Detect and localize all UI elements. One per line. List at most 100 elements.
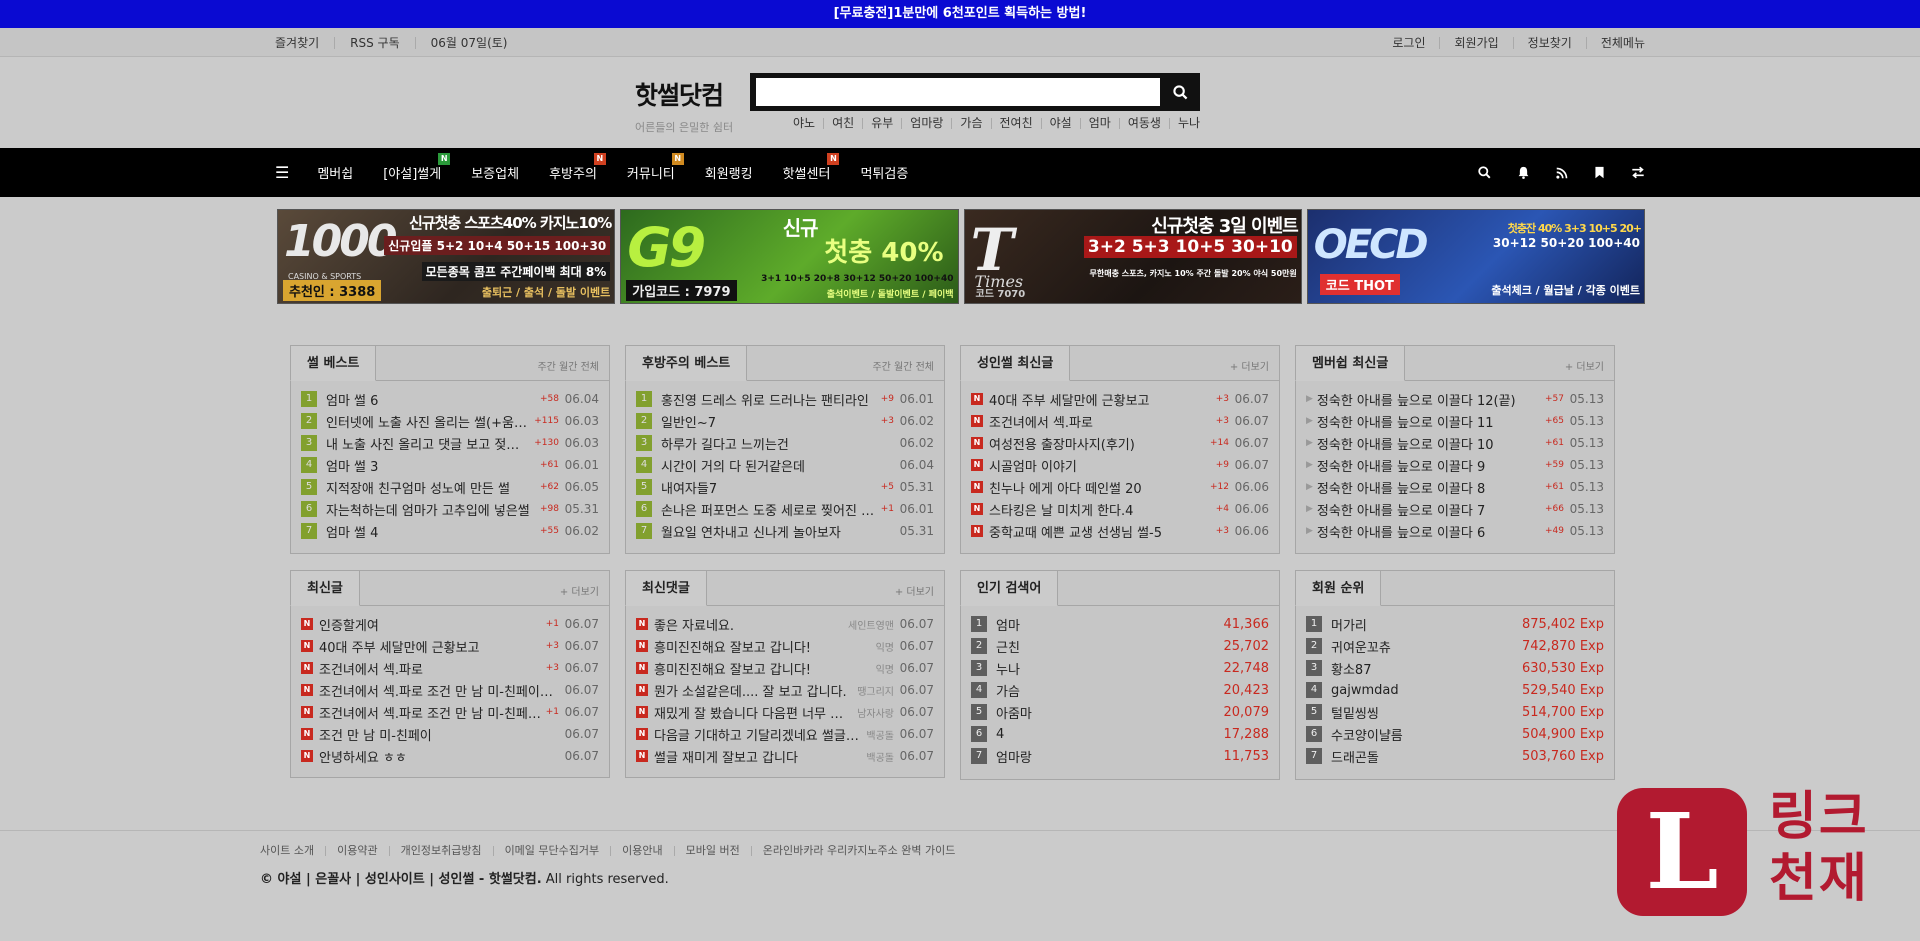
- board-title[interactable]: 인기 검색어: [960, 570, 1059, 606]
- comment-text[interactable]: 흥미진진해요 잘보고 갑니다!: [654, 659, 872, 678]
- post-title[interactable]: 엄마 썰 3: [326, 456, 536, 475]
- list-item[interactable]: 7 드래곤돌 503,760 Exp: [1306, 745, 1604, 767]
- post-title[interactable]: 하루가 길다고 느끼는건: [661, 434, 890, 453]
- ad-banner-2[interactable]: G9 신규 첫충 40% 3+1 10+5 20+8 30+12 50+20 1…: [620, 209, 959, 304]
- list-item[interactable]: N 조건녀에서 섹.파로 +3 06.07: [301, 657, 599, 679]
- list-item[interactable]: ▶ 정숙한 아내를 늪으로 이끌다 7 +66 05.13: [1306, 498, 1604, 520]
- list-item[interactable]: ▶ 정숙한 아내를 늪으로 이끌다 12(끝) +57 05.13: [1306, 388, 1604, 410]
- all-menu-link[interactable]: 전체메뉴: [1587, 37, 1645, 49]
- nav-item-membership[interactable]: 멤버쉽: [317, 163, 353, 182]
- post-title[interactable]: 스타킹은 날 미치게 한다.4: [989, 500, 1212, 519]
- post-title[interactable]: 엄마 썰 4: [326, 522, 536, 541]
- footer-link-privacy[interactable]: 개인정보취급방침: [390, 845, 494, 856]
- list-item[interactable]: N 시골엄마 이야기 +9 06.07: [971, 454, 1269, 476]
- search-icon[interactable]: [1478, 166, 1491, 179]
- find-info-link[interactable]: 정보찾기: [1514, 36, 1587, 49]
- list-item[interactable]: 2 귀여운꼬츄 742,870 Exp: [1306, 635, 1604, 657]
- search-term[interactable]: 엄마랑: [996, 747, 1220, 766]
- comment-text[interactable]: 썰글 재미게 잘보고 갑니다: [654, 747, 862, 766]
- list-item[interactable]: 6 4 17,288: [971, 723, 1269, 745]
- ad-banner-3[interactable]: T Times 신규첫충 3일 이벤트 3+2 5+3 10+5 30+10 무…: [963, 209, 1302, 304]
- post-title[interactable]: 정숙한 아내를 늪으로 이끌다 11: [1317, 412, 1541, 431]
- search-term[interactable]: 아줌마: [996, 703, 1220, 722]
- post-title[interactable]: 시골엄마 이야기: [989, 456, 1212, 475]
- list-item[interactable]: ▶ 정숙한 아내를 늪으로 이끌다 10 +61 05.13: [1306, 432, 1604, 454]
- member-name[interactable]: 귀여운꼬츄: [1331, 637, 1518, 656]
- period-tabs[interactable]: 주간 월간 전체: [872, 358, 934, 373]
- list-item[interactable]: 2 인터넷에 노출 사진 올리는 썰(+움짤) +115 06.03: [301, 410, 599, 432]
- list-item[interactable]: 3 내 노출 사진 올리고 댓글 보고 젖은 경험담 +130 06.03: [301, 432, 599, 454]
- list-item[interactable]: 1 머가리 875,402 Exp: [1306, 613, 1604, 635]
- nav-item-nsfw[interactable]: 후방주의 N: [549, 153, 606, 182]
- list-item[interactable]: 7 엄마랑 11,753: [971, 745, 1269, 767]
- list-item[interactable]: N 여성전용 출장마사지(후기) +14 06.07: [971, 432, 1269, 454]
- more-link[interactable]: + 더보기: [560, 583, 599, 598]
- list-item[interactable]: 1 엄마 썰 6 +58 06.04: [301, 388, 599, 410]
- member-name[interactable]: 드래곤돌: [1331, 747, 1518, 766]
- board-title[interactable]: 회원 순위: [1295, 570, 1382, 606]
- post-title[interactable]: 자는척하는데 엄마가 고추입에 넣은썰: [326, 500, 536, 519]
- search-term[interactable]: 누나: [996, 659, 1220, 678]
- ad-banner-4[interactable]: OECD 첫충잔 40% 3+3 10+5 20+ 30+12 50+20 10…: [1306, 209, 1645, 304]
- list-item[interactable]: 7 엄마 썰 4 +55 06.02: [301, 520, 599, 542]
- search-term[interactable]: 4: [996, 727, 1220, 742]
- post-title[interactable]: 정숙한 아내를 늪으로 이끌다 8: [1317, 478, 1541, 497]
- member-name[interactable]: gajwmdad: [1331, 683, 1518, 698]
- list-item[interactable]: N 안녕하세요 ㅎㅎ 06.07: [301, 745, 599, 767]
- list-item[interactable]: N 조건 만 남 미-친페이 06.07: [301, 723, 599, 745]
- keyword-link[interactable]: 엄마랑: [902, 117, 953, 129]
- list-item[interactable]: N 40대 주부 세달만에 근황보고 +3 06.07: [971, 388, 1269, 410]
- post-title[interactable]: 조건녀에서 섹.파로: [989, 412, 1212, 431]
- footer-link-about[interactable]: 사이트 소개: [260, 845, 327, 856]
- nav-item-ranking[interactable]: 회원랭킹: [705, 163, 753, 182]
- post-title[interactable]: 중학교때 예쁜 교생 선생님 썰-5: [989, 522, 1212, 541]
- board-title[interactable]: 성인썰 최신글: [960, 345, 1071, 381]
- list-item[interactable]: 4 시간이 거의 다 된거같은데 06.04: [636, 454, 934, 476]
- rss-link[interactable]: RSS 구독: [335, 36, 416, 49]
- comment-text[interactable]: 흥미진진해요 잘보고 갑니다!: [654, 637, 872, 656]
- member-name[interactable]: 머가리: [1331, 615, 1518, 634]
- list-item[interactable]: 4 엄마 썰 3 +61 06.01: [301, 454, 599, 476]
- post-title[interactable]: 정숙한 아내를 늪으로 이끌다 6: [1317, 522, 1541, 541]
- more-link[interactable]: + 더보기: [1565, 358, 1604, 373]
- nav-item-community[interactable]: 커뮤니티 N: [627, 153, 684, 182]
- post-title[interactable]: 일반인~7: [661, 412, 877, 431]
- list-item[interactable]: 3 황소87 630,530 Exp: [1306, 657, 1604, 679]
- list-item[interactable]: N 썰글 재미게 잘보고 갑니다 백공돌 06.07: [636, 745, 934, 767]
- board-title[interactable]: 썰 베스트: [290, 345, 377, 381]
- board-title[interactable]: 멤버쉽 최신글: [1295, 345, 1406, 381]
- member-name[interactable]: 털밑씽씽: [1331, 703, 1518, 722]
- list-item[interactable]: 2 근친 25,702: [971, 635, 1269, 657]
- keyword-link[interactable]: 가슴: [952, 117, 992, 129]
- post-title[interactable]: 여성전용 출장마사지(후기): [989, 434, 1206, 453]
- nav-item-verified[interactable]: 보증업체: [471, 163, 519, 182]
- board-title[interactable]: 최신글: [290, 570, 360, 606]
- list-item[interactable]: N 좋은 자료네요. 세인트영맨 06.07: [636, 613, 934, 635]
- search-term[interactable]: 엄마: [996, 615, 1220, 634]
- ad-banner-1[interactable]: 1000 CASINO & SPORTS 신규첫충 스포츠40% 카지노10% …: [277, 209, 616, 304]
- post-title[interactable]: 시간이 거의 다 된거같은데: [661, 456, 890, 475]
- post-title[interactable]: 정숙한 아내를 늪으로 이끌다 10: [1317, 434, 1541, 453]
- keyword-link[interactable]: 여친: [824, 117, 864, 129]
- top-promo-banner[interactable]: [무료충전]1분만에 6천포인트 획득하는 방법!: [0, 0, 1920, 28]
- footer-link-mobile[interactable]: 모바일 버전: [675, 845, 752, 856]
- comment-text[interactable]: 좋은 자료네요.: [654, 615, 844, 634]
- keyword-link[interactable]: 엄마: [1081, 117, 1120, 129]
- footer-link-guide[interactable]: 이용안내: [611, 845, 675, 856]
- post-title[interactable]: 인터넷에 노출 사진 올리는 썰(+움짤): [326, 412, 530, 431]
- post-title[interactable]: 내여자들7: [661, 478, 877, 497]
- list-item[interactable]: 5 내여자들7 +5 05.31: [636, 476, 934, 498]
- list-item[interactable]: N 다음글 기대하고 기달리겠네요 썰글 재밌어요 백공돌 06.07: [636, 723, 934, 745]
- post-title[interactable]: 손나은 퍼포먼스 도중 세로로 찢어진 사진: [661, 500, 877, 519]
- list-item[interactable]: N 흥미진진해요 잘보고 갑니다! 익명 06.07: [636, 657, 934, 679]
- list-item[interactable]: N 흥미진진해요 잘보고 갑니다! 익명 06.07: [636, 635, 934, 657]
- list-item[interactable]: N 조건녀에서 섹.파로 조건 만 남 미-친페이 1탄 +1 06.07: [301, 701, 599, 723]
- post-title[interactable]: 조건녀에서 섹.파로 조건 만 남 미-친페이 1탄: [319, 703, 542, 722]
- keyword-link[interactable]: 전여친: [992, 117, 1042, 129]
- list-item[interactable]: N 조건녀에서 섹.파로 조건 만 남 미-친페이 2탄 06.07: [301, 679, 599, 701]
- bookmark-icon[interactable]: [1594, 166, 1605, 179]
- nav-item-center[interactable]: 핫썰센터 N: [783, 153, 840, 182]
- list-item[interactable]: N 재밌게 잘 봤습니다 다음편 너무 기대되네요 남자사랑 06.07: [636, 701, 934, 723]
- list-item[interactable]: 5 지적장애 친구엄마 성노예 만든 썰 +62 06.05: [301, 476, 599, 498]
- search-button[interactable]: [1160, 73, 1200, 111]
